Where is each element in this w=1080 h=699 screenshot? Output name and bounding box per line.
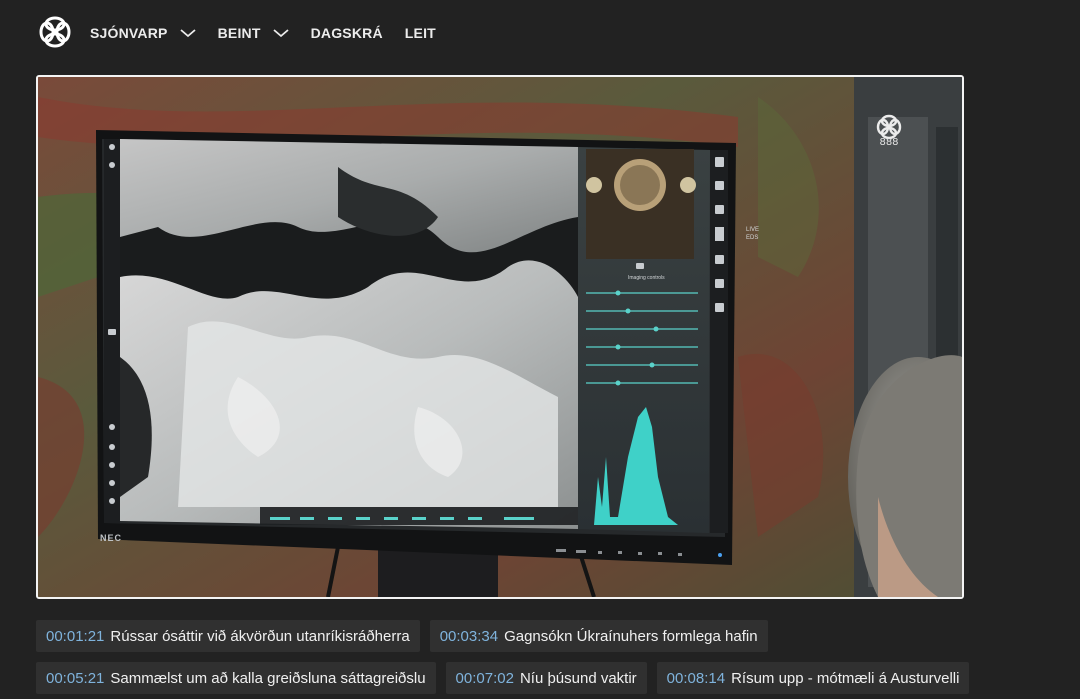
- nav-item-beint[interactable]: BEINT: [218, 25, 289, 41]
- video-player[interactable]: NEC Imaging controls LIVE EDS 888: [36, 75, 964, 599]
- nav-item-label: BEINT: [217, 25, 261, 41]
- chapter-row: 00:01:21 Rússar ósáttir við ákvörðun uta…: [36, 620, 1076, 652]
- chapter-time: 00:07:02: [455, 669, 514, 687]
- chapter-title: Rússar ósáttir við ákvörðun utanríkisráð…: [110, 627, 410, 645]
- chapter-time: 00:05:21: [46, 669, 105, 687]
- chapter-title: Gagnsókn Úkraínuhers formlega hafin: [504, 627, 758, 645]
- watermark-channel: 888: [879, 137, 899, 148]
- chapter-row: 00:05:21 Sammælst um að kalla greiðsluna…: [36, 662, 1076, 694]
- chapter-item[interactable]: 00:08:14 Rísum upp - mótmæli á Austurvel…: [656, 662, 970, 694]
- panel-heading: Imaging controls: [628, 275, 665, 281]
- ruv-logo-icon[interactable]: [37, 14, 73, 50]
- chapter-time: 00:01:21: [46, 627, 105, 645]
- live-label: LIVE: [746, 227, 760, 233]
- nav-item-label: LEIT: [404, 25, 436, 41]
- chevron-down-icon: [180, 29, 196, 38]
- chapter-item[interactable]: 00:07:02 Níu þúsund vaktir: [445, 662, 647, 694]
- chapter-item[interactable]: 00:05:21 Sammælst um að kalla greiðsluna…: [36, 662, 436, 694]
- chapter-title: Rísum upp - mótmæli á Austurvelli: [731, 669, 960, 687]
- main-nav: SJÓNVARP BEINT DAGSKRÁ LEIT: [90, 22, 458, 44]
- nav-item-label: SJÓNVARP: [90, 25, 168, 41]
- eds-label: EDS: [746, 235, 759, 241]
- chevron-down-icon: [273, 29, 289, 38]
- chapter-time: 00:08:14: [666, 669, 726, 687]
- chapter-item[interactable]: 00:03:34 Gagnsókn Úkraínuhers formlega h…: [429, 620, 768, 652]
- nav-item-leit[interactable]: LEIT: [405, 25, 436, 41]
- nav-item-label: DAGSKRÁ: [310, 25, 383, 41]
- chapter-title: Níu þúsund vaktir: [519, 669, 637, 687]
- nav-item-sjonvarp[interactable]: SJÓNVARP: [90, 25, 196, 41]
- chapter-list: 00:01:21 Rússar ósáttir við ákvörðun uta…: [36, 620, 1076, 699]
- video-frame: [38, 77, 962, 597]
- nav-item-dagskra[interactable]: DAGSKRÁ: [311, 25, 383, 41]
- chapter-time: 00:03:34: [439, 627, 499, 645]
- chapter-item[interactable]: 00:01:21 Rússar ósáttir við ákvörðun uta…: [36, 620, 420, 652]
- chapter-title: Sammælst um að kalla greiðsluna sáttagre…: [110, 669, 426, 687]
- site-header: SJÓNVARP BEINT DAGSKRÁ LEIT: [0, 0, 1080, 66]
- monitor-brand: NEC: [100, 533, 123, 543]
